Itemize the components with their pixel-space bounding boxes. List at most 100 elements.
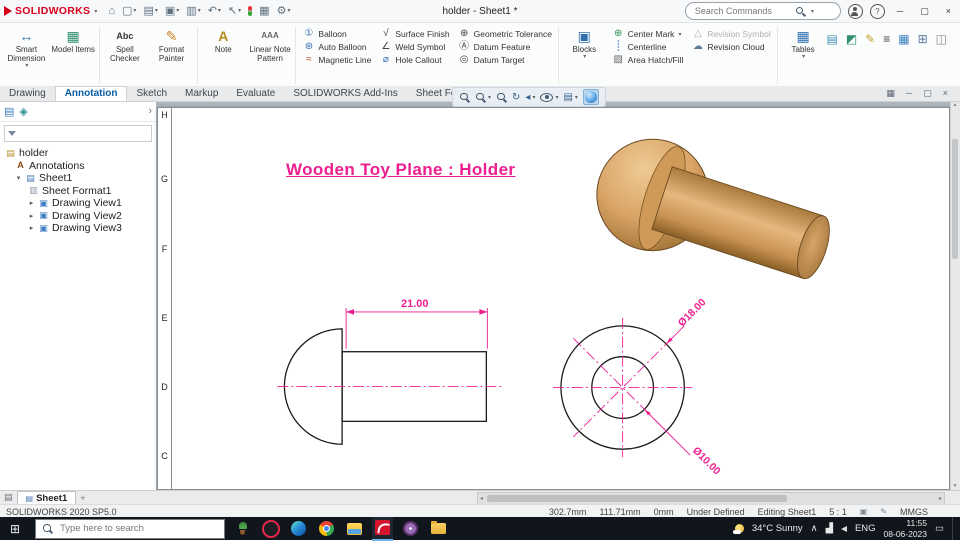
weather-text[interactable]: 34°C Sunny — [752, 523, 803, 534]
view-settings-icon[interactable]: ▤▾ — [563, 92, 577, 103]
tree-item-sheet1[interactable]: ▾ ▤ Sheet1 — [0, 172, 156, 185]
dimension-outer-diameter[interactable]: Ø18.00 — [666, 297, 708, 344]
new-document-icon[interactable]: ▢▾ — [119, 4, 139, 19]
taskbar-search-input[interactable] — [58, 522, 190, 535]
tree-filter[interactable] — [4, 125, 152, 142]
display-manager-icon[interactable]: ◈ — [19, 105, 27, 118]
drawing-view-front[interactable]: 21.00 — [277, 298, 503, 444]
user-account-icon[interactable] — [848, 4, 863, 19]
doc-close-icon[interactable]: × — [943, 88, 948, 99]
taskbar-search[interactable] — [35, 519, 225, 539]
folder-icon[interactable] — [428, 518, 449, 540]
chrome-icon[interactable] — [316, 518, 337, 540]
minimize-icon[interactable]: ─ — [892, 6, 908, 16]
start-button[interactable]: ⊞ — [2, 517, 28, 540]
graphics-area[interactable]: H G F E D C Wooden Toy Plane : Holder — [156, 101, 960, 490]
color-display-icon[interactable]: ◫ — [936, 32, 947, 46]
geometric-tolerance-button[interactable]: ⊕ Geometric Tolerance — [458, 29, 552, 39]
model-items-button[interactable]: ▦ Model Items — [50, 24, 97, 87]
tree-item-drawing-view1[interactable]: ▸ ▣ Drawing View1 — [0, 197, 156, 210]
tree-item-annotations[interactable]: A Annotations — [0, 160, 156, 173]
tray-expand-icon[interactable]: ∧ — [811, 523, 818, 534]
note-button[interactable]: A Note — [200, 24, 247, 87]
line-thickness-icon[interactable]: ✎ — [865, 32, 875, 46]
file-explorer-icon[interactable] — [344, 518, 365, 540]
dimension-inner-diameter[interactable]: Ø10.00 — [645, 409, 723, 477]
undo-icon[interactable]: ↶▾ — [205, 4, 224, 19]
options-gear-icon[interactable]: ⚙▾ — [274, 4, 294, 19]
hide-show-items-icon[interactable]: ▾ — [540, 93, 558, 102]
dimension-text[interactable]: 21.00 — [401, 298, 428, 310]
tab-markup[interactable]: Markup — [176, 86, 227, 101]
home-icon[interactable]: ⌂ — [105, 4, 118, 19]
dimension-text[interactable]: Ø10.00 — [690, 445, 722, 477]
select-icon[interactable]: ↖▾ — [225, 4, 244, 19]
line-style-icon[interactable]: ≡ — [883, 32, 890, 46]
expand-arrow-icon[interactable]: ▸ — [28, 212, 35, 220]
center-mark-button[interactable]: ⊕ Center Mark ▾ — [612, 29, 684, 39]
print-icon[interactable]: ▥▾ — [183, 4, 203, 19]
3d-drawing-view-icon[interactable] — [583, 89, 599, 105]
feature-manager-tree-icon[interactable]: ▤ — [4, 105, 14, 118]
smart-dimension-button[interactable]: ↔ Smart Dimension ▾ — [3, 24, 50, 87]
balloon-button[interactable]: ① Balloon — [302, 29, 371, 39]
quick-tip-icon[interactable]: ▣ — [860, 507, 868, 516]
hole-callout-button[interactable]: ⌀ Hole Callout — [379, 55, 449, 65]
edge-icon[interactable] — [288, 518, 309, 540]
search-highlights-plant-icon[interactable] — [232, 518, 253, 540]
rotate-view-icon[interactable]: ↻ — [512, 92, 520, 103]
doc-minimize-icon[interactable]: ─ — [906, 88, 912, 99]
command-search-input[interactable] — [693, 5, 791, 17]
restore-icon[interactable]: ▢ — [915, 6, 934, 17]
tab-annotation[interactable]: Annotation — [55, 86, 128, 101]
tree-item-sheet-format1[interactable]: ▥ Sheet Format1 — [0, 185, 156, 198]
notification-icon[interactable]: ▭ — [935, 523, 944, 534]
revision-cloud-button[interactable]: ☁ Revision Cloud — [691, 42, 770, 52]
tree-item-drawing-view2[interactable]: ▸ ▣ Drawing View2 — [0, 210, 156, 223]
tor-icon[interactable] — [400, 518, 421, 540]
search-icon[interactable] — [795, 6, 806, 17]
tree-item-holder[interactable]: ▤ holder — [0, 147, 156, 160]
tab-solidworks-add-ins[interactable]: SOLIDWORKS Add-Ins — [284, 86, 406, 101]
zoom-to-area-icon[interactable]: ▾ — [475, 92, 491, 103]
blocks-button[interactable]: ▣ Blocks ▾ — [561, 24, 608, 87]
scroll-right-icon[interactable]: ▸ — [937, 495, 944, 502]
scrollbar-thumb[interactable] — [487, 495, 787, 502]
new-window-icon[interactable]: ▦ — [886, 88, 895, 99]
expand-arrow-icon[interactable]: ▸ — [28, 199, 35, 207]
vertical-scrollbar[interactable]: ▲ ▼ — [950, 101, 960, 490]
show-desktop-button[interactable] — [952, 517, 957, 540]
datum-feature-button[interactable]: Ⓐ Datum Feature — [458, 42, 552, 52]
scroll-down-icon[interactable]: ▼ — [951, 483, 959, 489]
zoom-icon[interactable] — [496, 92, 507, 103]
dimension-text[interactable]: Ø18.00 — [676, 297, 708, 329]
zoom-to-fit-icon[interactable] — [459, 92, 470, 103]
tag-icon[interactable]: ✎ — [880, 507, 887, 516]
chevron-down-icon[interactable]: ▾ — [811, 8, 814, 15]
tree-item-drawing-view3[interactable]: ▸ ▣ Drawing View3 — [0, 222, 156, 235]
previous-view-icon[interactable]: ◂▾ — [525, 92, 535, 103]
format-painter-button[interactable]: ✎ Format Painter — [148, 24, 195, 87]
solidworks-icon[interactable] — [372, 517, 393, 541]
doc-restore-icon[interactable]: ▢ — [923, 88, 932, 99]
expand-arrow-icon[interactable]: ▸ — [28, 224, 35, 232]
weld-symbol-button[interactable]: ∠ Weld Symbol — [379, 42, 449, 52]
opera-icon[interactable] — [260, 518, 281, 540]
expand-arrow-icon[interactable]: ▾ — [15, 174, 22, 182]
centerline-button[interactable]: ┊ Centerline — [612, 42, 684, 52]
layer-properties-icon[interactable]: ⊞ — [918, 32, 928, 46]
save-icon[interactable]: ▣▾ — [162, 4, 182, 19]
file-properties-icon[interactable]: ▦ — [256, 4, 272, 19]
line-color-icon[interactable]: ◩ — [846, 32, 857, 46]
datum-target-button[interactable]: ◎ Datum Target — [458, 55, 552, 65]
volume-icon[interactable] — [841, 526, 847, 532]
panel-expand-chevron-icon[interactable]: › — [148, 105, 152, 117]
scroll-up-icon[interactable]: ▲ — [951, 102, 959, 108]
network-icon[interactable]: ▟ — [826, 523, 833, 534]
spell-checker-button[interactable]: Abc Spell Checker — [101, 24, 148, 87]
linear-note-pattern-button[interactable]: AAA Linear Note Pattern — [247, 24, 294, 87]
tab-drawing[interactable]: Drawing — [0, 86, 55, 101]
magnetic-line-button[interactable]: ≈ Magnetic Line — [302, 55, 371, 65]
tab-evaluate[interactable]: Evaluate — [227, 86, 284, 101]
rebuild-stoplight-icon[interactable] — [245, 4, 255, 18]
